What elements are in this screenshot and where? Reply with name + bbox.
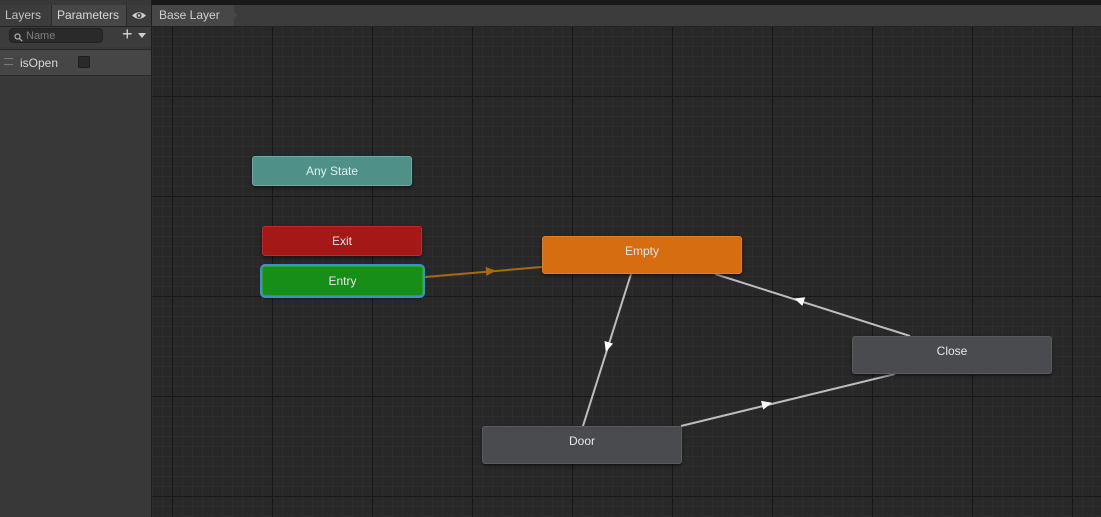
plus-icon: +: [122, 24, 133, 44]
state-entry[interactable]: Entry: [262, 266, 423, 296]
parameter-bool-checkbox[interactable]: [78, 56, 90, 68]
state-exit[interactable]: Exit: [262, 226, 422, 256]
chevron-down-icon: [138, 33, 146, 38]
search-input[interactable]: [26, 29, 100, 42]
transition-door-close[interactable]: [680, 373, 896, 427]
state-any-state[interactable]: Any State: [252, 156, 412, 186]
transition-close-empty[interactable]: [714, 273, 911, 337]
state-machine-graph[interactable]: Any State Exit Entry Empty Close Door: [152, 27, 1101, 517]
eye-icon[interactable]: [129, 8, 149, 23]
tab-layers[interactable]: Layers: [0, 5, 52, 26]
search-icon: [14, 31, 23, 42]
add-parameter-button[interactable]: +: [120, 24, 148, 44]
transition-entry-empty[interactable]: [424, 266, 543, 278]
parameter-row[interactable]: isOpen: [0, 49, 151, 76]
state-door[interactable]: Door: [482, 426, 682, 464]
breadcrumb-arrow: [229, 5, 237, 25]
parameter-name: isOpen: [20, 56, 59, 70]
left-panel: Layers Parameters + isOpen: [0, 0, 152, 517]
search-field[interactable]: [9, 28, 103, 43]
tab-parameters[interactable]: Parameters: [52, 5, 127, 26]
state-empty[interactable]: Empty: [542, 236, 742, 274]
parameter-toolbar: +: [0, 24, 151, 47]
drag-handle-icon[interactable]: [4, 58, 13, 65]
breadcrumb-base-layer[interactable]: Base Layer: [152, 5, 234, 26]
state-close[interactable]: Close: [852, 336, 1052, 374]
breadcrumb-bar: Base Layer: [152, 5, 1101, 27]
transition-arrow-icon: [485, 266, 496, 276]
